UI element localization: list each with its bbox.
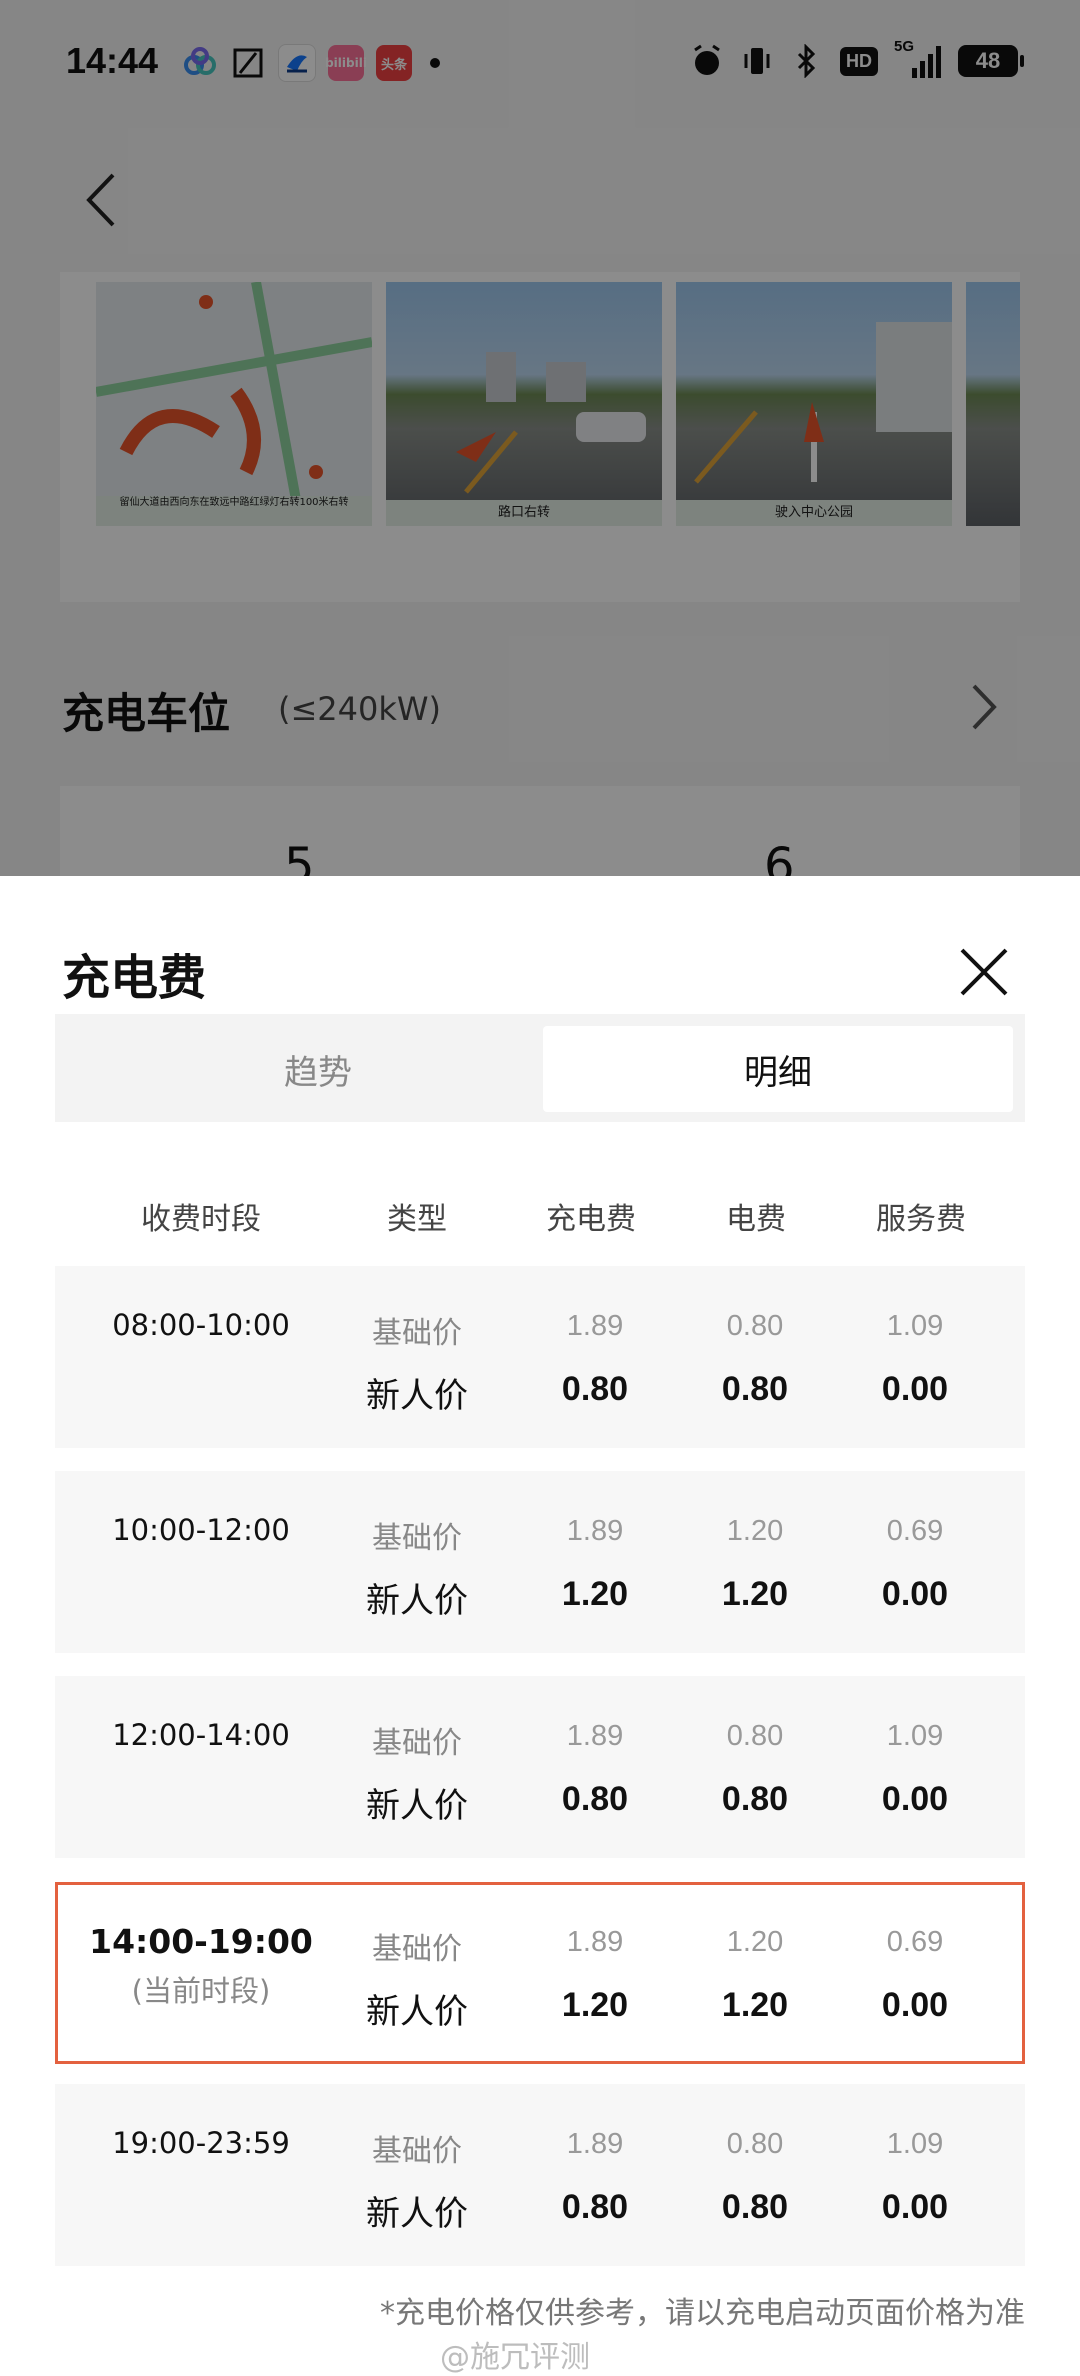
row-base-type: 基础价 [372,1521,462,1556]
row-base-charging: 1.89 [566,1515,624,1547]
tab-bar: 趋势 明细 [55,1014,1025,1122]
row-period: 14:00-19:00 [89,1922,313,1961]
row-base-electricity: 1.20 [726,1926,784,1958]
header-charging-fee: 充电费 [546,1202,636,1237]
table-row: 08:00-10:00 基础价 新人价 1.89 0.80 1.09 0.80 … [55,1266,1025,1448]
modal-overlay[interactable] [0,0,1080,876]
row-new-charging: 0.80 [561,1780,629,1818]
row-new-type: 新人价 [366,1581,468,1621]
row-new-service: 0.00 [881,1780,949,1818]
row-base-charging: 1.89 [566,1926,624,1958]
tab-detail[interactable]: 明细 [543,1026,1013,1112]
row-period: 19:00-23:59 [112,2126,290,2160]
row-new-service: 0.00 [881,1370,949,1408]
row-new-charging: 0.80 [561,2188,629,2226]
header-period: 收费时段 [141,1202,261,1237]
row-base-electricity: 0.80 [726,1310,784,1342]
row-new-electricity: 0.80 [721,1780,789,1818]
row-new-electricity: 0.80 [721,2188,789,2226]
row-base-charging: 1.89 [566,1720,624,1752]
row-base-electricity: 0.80 [726,1720,784,1752]
price-disclaimer: *充电价格仅供参考，请以充电启动页面价格为准 [380,2296,1025,2331]
watermark: @施冗评测 [440,2340,590,2375]
tab-trend[interactable]: 趋势 [83,1026,553,1112]
header-type: 类型 [387,1202,447,1237]
row-base-service: 0.69 [886,1926,944,1958]
header-electricity-fee: 电费 [726,1202,786,1237]
header-service-fee: 服务费 [876,1202,966,1237]
row-new-charging: 0.80 [561,1370,629,1408]
row-new-type: 新人价 [366,2194,468,2234]
row-new-electricity: 1.20 [721,1986,789,2024]
row-base-service: 1.09 [886,1310,944,1342]
row-new-service: 0.00 [881,2188,949,2226]
charging-fee-sheet: 充电费 趋势 明细 收费时段 类型 充电费 电费 服务费 08:00-10:00… [0,876,1080,2376]
row-new-service: 0.00 [881,1575,949,1613]
row-base-service: 1.09 [886,1720,944,1752]
table-header: 收费时段 类型 充电费 电费 服务费 [55,1194,1025,1244]
row-base-charging: 1.89 [566,2128,624,2160]
row-period: 12:00-14:00 [112,1718,290,1752]
row-base-electricity: 1.20 [726,1515,784,1547]
row-new-charging: 1.20 [561,1986,629,2024]
row-period: 08:00-10:00 [112,1308,290,1342]
sheet-title: 充电费 [62,950,207,1006]
close-icon [960,948,1008,996]
table-row: 12:00-14:00 基础价 新人价 1.89 0.80 1.09 0.80 … [55,1676,1025,1858]
row-new-type: 新人价 [366,1376,468,1416]
row-current-note: (当前时段) [131,1974,271,2008]
row-new-electricity: 0.80 [721,1370,789,1408]
row-new-charging: 1.20 [561,1575,629,1613]
row-new-type: 新人价 [366,1992,468,2032]
row-base-electricity: 0.80 [726,2128,784,2160]
table-row: 19:00-23:59 基础价 新人价 1.89 0.80 1.09 0.80 … [55,2084,1025,2266]
row-new-type: 新人价 [366,1786,468,1826]
row-new-electricity: 1.20 [721,1575,789,1613]
table-row-current: 14:00-19:00 (当前时段) 基础价 新人价 1.89 1.20 0.6… [55,1882,1025,2064]
row-base-type: 基础价 [372,2134,462,2169]
table-row: 10:00-12:00 基础价 新人价 1.89 1.20 0.69 1.20 … [55,1471,1025,1653]
row-base-type: 基础价 [372,1316,462,1351]
row-base-service: 0.69 [886,1515,944,1547]
row-base-type: 基础价 [372,1932,462,1967]
row-base-service: 1.09 [886,2128,944,2160]
close-button[interactable] [958,946,1010,998]
row-period: 10:00-12:00 [112,1513,290,1547]
row-base-type: 基础价 [372,1726,462,1761]
row-new-service: 0.00 [881,1986,949,2024]
row-base-charging: 1.89 [566,1310,624,1342]
